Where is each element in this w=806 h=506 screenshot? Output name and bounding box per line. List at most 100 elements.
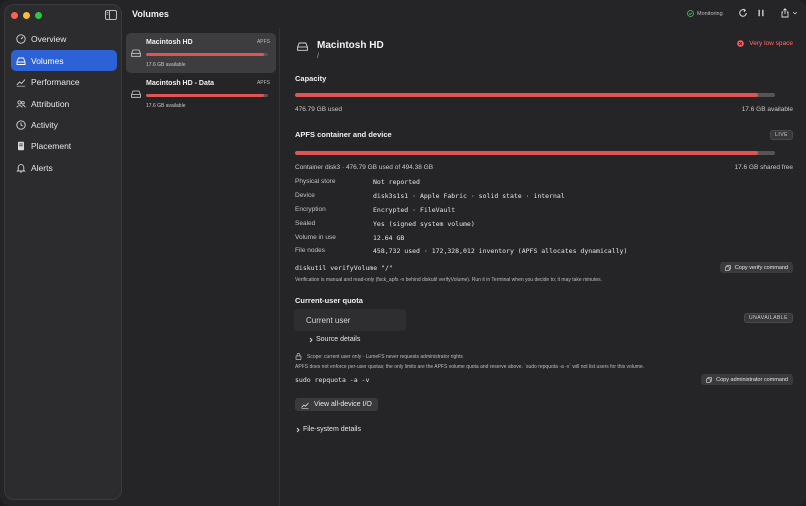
drive-icon [297,42,308,51]
refresh-button[interactable] [736,5,750,21]
dashboard-icon [16,33,26,44]
verify-note: Verification is manual and read-only (fs… [295,277,603,283]
sidebar-item-label: Alerts [31,162,53,173]
apfs-quota-note: APFS does not enforce per-user quotas; t… [295,364,645,370]
sidebar-item-activity[interactable]: Activity [11,114,117,135]
pause-button[interactable] [755,5,767,21]
container-heading: APFS container and device [295,130,392,139]
user-picker[interactable]: Current user [294,309,406,331]
container-summary: Container disk3 · 476.79 GB used of 494.… [295,164,434,171]
capacity-used: 476.79 GB used [295,106,342,113]
drive-icon [131,49,141,57]
sealed-value: Yes (signed system volume) [373,220,475,228]
volume-name: Macintosh HD [146,39,193,46]
lock-icon [295,353,302,360]
fs-details-label: File-system details [303,426,361,433]
copy-verify-command-button[interactable]: Copy verify command [719,262,793,273]
alert-label: Very low space [749,40,793,47]
chevron-right-icon [309,337,313,342]
monitoring-status: Monitoring [687,10,723,17]
scope-note-row: Scope: current user only · LumeFS never … [295,353,463,360]
scope-note: Scope: current user only · LumeFS never … [307,353,463,360]
volume-title: Macintosh HD [317,40,384,51]
live-badge: LIVE [770,130,793,140]
capacity-bar [295,93,775,97]
source-details-label: Source details [316,336,361,343]
copy-icon [706,376,713,383]
sidebar-item-label: Placement [31,140,72,151]
sidebar-item-overview[interactable]: Overview [11,28,117,49]
window-minimize-button[interactable] [23,12,30,19]
drive-icon [16,57,26,65]
sidebar-item-alerts[interactable]: Alerts [11,157,117,178]
device-label: Device [295,192,315,199]
admin-command[interactable]: sudo repquota -a -v [295,376,369,384]
physical-store-label: Physical store [295,178,336,185]
window-zoom-button[interactable] [35,12,42,19]
encryption-label: Encryption [295,206,326,213]
copy-admin-label: Copy administrator command [716,376,788,383]
monitoring-label: Monitoring [697,10,723,17]
people-icon [16,99,26,108]
refresh-icon [739,8,747,17]
mount-point: / [317,53,319,60]
volume-usage-bar [146,53,268,56]
document-icon [18,141,24,150]
checkmark-circle-icon [687,10,694,17]
volume-name: Macintosh HD - Data [146,80,215,87]
bell-icon [16,163,26,173]
sidebar-item-attribution[interactable]: Attribution [11,93,117,114]
copy-verify-label: Copy verify command [734,264,788,271]
drive-icon [131,90,141,98]
volume-in-use-label: Volume in use [295,234,336,241]
volume-available: 17.6 GB available [146,103,186,109]
sidebar-toggle-icon[interactable] [105,10,117,20]
file-nodes-label: File nodes [295,247,325,254]
sidebar-item-volumes[interactable]: Volumes [11,50,117,71]
volume-list: Macintosh HD APFS 17.6 GB available Maci… [124,28,280,506]
verify-command[interactable]: diskutil verifyVolume "/" [295,264,393,272]
low-space-alert: Very low space [737,40,793,47]
chart-line-icon [301,402,309,409]
chevron-right-icon [296,427,300,432]
sidebar-item-label: Attribution [31,98,70,109]
capacity-heading: Capacity [295,74,327,83]
clock-icon [16,119,26,130]
share-icon [781,8,789,18]
physical-store-value: Not reported [373,178,420,186]
sidebar-item-performance[interactable]: Performance [11,71,117,92]
app-window: Overview Volumes Performance Attribution… [0,0,806,506]
volume-row-macintosh-hd[interactable]: Macintosh HD APFS 17.6 GB available [126,33,276,73]
sidebar-item-label: Activity [31,119,58,130]
io-button-label: View all-device I/O [314,401,372,408]
container-bar [295,151,775,155]
source-details-disclosure[interactable]: Source details [308,336,360,343]
share-menu-button[interactable] [778,5,800,21]
sidebar-item-label: Overview [31,33,67,44]
chart-line-icon [16,78,26,87]
sidebar-item-label: Performance [31,76,80,87]
copy-icon [724,264,731,271]
file-system-details-disclosure[interactable]: File-system details [295,426,361,433]
window-close-button[interactable] [11,12,18,19]
unavailable-badge: UNAVAILABLE [744,313,793,323]
volume-row-macintosh-hd-data[interactable]: Macintosh HD - Data APFS 17.6 GB availab… [126,74,276,114]
pause-icon [758,9,764,17]
copy-admin-command-button[interactable]: Copy administrator command [701,374,793,385]
volume-detail: Macintosh HD / Very low space Capacity 4… [282,28,806,506]
view-all-device-io-button[interactable]: View all-device I/O [295,398,378,411]
volume-in-use-value: 12.64 GB [373,234,405,242]
error-circle-icon [737,40,745,47]
device-value: disk3s1s1 · Apple Fabric · solid state ·… [373,192,565,200]
sidebar-item-placement[interactable]: Placement [11,135,117,156]
encryption-value: Encrypted · FileVault [373,206,456,214]
volume-usage-bar [146,94,268,97]
container-shared-free: 17.6 GB shared free [734,164,793,171]
chevron-down-icon [792,11,798,15]
sidebar-item-label: Volumes [31,55,64,66]
sealed-label: Sealed [295,220,316,227]
toolbar-title: Volumes [132,9,169,19]
capacity-available: 17.6 GB available [741,106,793,113]
sidebar: Overview Volumes Performance Attribution… [4,4,122,500]
quota-heading: Current-user quota [295,296,363,305]
